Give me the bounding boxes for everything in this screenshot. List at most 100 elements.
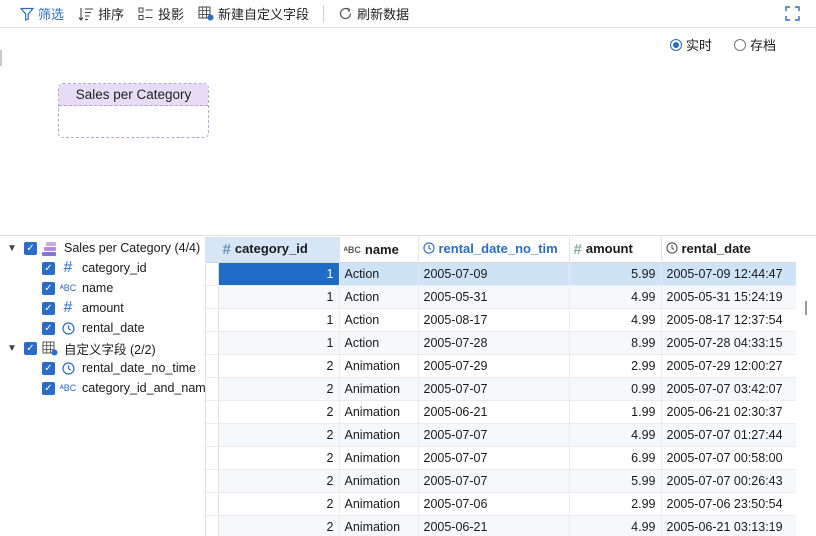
cell-amount[interactable]: 8.99 bbox=[569, 331, 662, 355]
cell-rental-date[interactable]: 2005-07-07 00:58:00 bbox=[661, 446, 796, 470]
column-header-rental-date[interactable]: rental_date bbox=[661, 237, 796, 263]
data-source-card[interactable]: Sales per Category bbox=[58, 83, 209, 138]
cell-rental-date[interactable]: 2005-05-31 15:24:19 bbox=[661, 285, 796, 309]
cell-rental-date-no-time[interactable]: 2005-07-07 bbox=[418, 377, 570, 401]
archive-radio[interactable]: 存档 bbox=[733, 35, 776, 54]
cell-category-id[interactable]: 2 bbox=[218, 492, 340, 516]
cell-category-id[interactable]: 2 bbox=[218, 515, 340, 536]
cell-name[interactable]: Animation bbox=[339, 469, 419, 493]
row-header[interactable] bbox=[206, 515, 219, 536]
cell-rental-date[interactable]: 2005-07-28 04:33:15 bbox=[661, 331, 796, 355]
new-field-button[interactable]: 新建自定义字段 bbox=[198, 0, 309, 28]
cell-name[interactable]: Animation bbox=[339, 377, 419, 401]
cell-rental-date-no-time[interactable]: 2005-07-28 bbox=[418, 331, 570, 355]
chevron-down-icon[interactable]: ▼ bbox=[6, 343, 18, 354]
cell-name[interactable]: Action bbox=[339, 285, 419, 309]
resize-handle[interactable] bbox=[0, 50, 2, 66]
tree-field-category-id-and-name[interactable]: ✓ ᴬBC category_id_and_name bbox=[42, 378, 213, 398]
cell-amount[interactable]: 1.99 bbox=[569, 400, 662, 424]
cell-category-id[interactable]: 2 bbox=[218, 423, 340, 447]
column-header-amount[interactable]: # amount bbox=[569, 237, 662, 263]
checkbox-checked[interactable]: ✓ bbox=[42, 381, 55, 395]
cell-category-id[interactable]: 2 bbox=[218, 446, 340, 470]
column-header-rental-date-no-time[interactable]: rental_date_no_tim bbox=[418, 237, 570, 263]
cell-rental-date[interactable]: 2005-08-17 12:37:54 bbox=[661, 308, 796, 332]
table-row[interactable]: 1 Action 2005-07-28 8.99 2005-07-28 04:33:15 bbox=[206, 331, 796, 355]
tree-field-amount[interactable]: ✓ # amount bbox=[42, 298, 124, 318]
cell-category-id[interactable]: 1 bbox=[218, 331, 340, 355]
checkbox-checked[interactable]: ✓ bbox=[42, 261, 55, 275]
row-header[interactable] bbox=[206, 285, 219, 309]
cell-name[interactable]: Animation bbox=[339, 446, 419, 470]
cell-rental-date[interactable]: 2005-06-21 02:30:37 bbox=[661, 400, 796, 424]
cell-rental-date[interactable]: 2005-07-07 00:26:43 bbox=[661, 469, 796, 493]
cell-rental-date-no-time[interactable]: 2005-07-07 bbox=[418, 423, 570, 447]
row-header[interactable] bbox=[206, 377, 219, 401]
cell-name[interactable]: Action bbox=[339, 308, 419, 332]
filter-button[interactable]: 筛选 bbox=[20, 0, 64, 28]
cell-rental-date-no-time[interactable]: 2005-07-07 bbox=[418, 469, 570, 493]
cell-name[interactable]: Animation bbox=[339, 423, 419, 447]
cell-amount[interactable]: 2.99 bbox=[569, 492, 662, 516]
table-row[interactable]: 2 Animation 2005-06-21 1.99 2005-06-21 02:30… bbox=[206, 400, 796, 424]
cell-category-id[interactable]: 2 bbox=[218, 377, 340, 401]
cell-category-id[interactable]: 2 bbox=[218, 469, 340, 493]
cell-rental-date-no-time[interactable]: 2005-07-09 bbox=[418, 262, 570, 286]
cell-amount[interactable]: 4.99 bbox=[569, 423, 662, 447]
cell-category-id[interactable]: 2 bbox=[218, 400, 340, 424]
table-row[interactable]: 2 Animation 2005-07-29 2.99 2005-07-29 12:00… bbox=[206, 354, 796, 378]
column-header-category-id[interactable]: # category_id bbox=[218, 237, 340, 263]
tree-group-sales[interactable]: ▼ ✓ Sales per Category (4/4) bbox=[6, 238, 200, 258]
row-header[interactable] bbox=[206, 400, 219, 424]
cell-rental-date-no-time[interactable]: 2005-06-21 bbox=[418, 515, 570, 536]
checkbox-checked[interactable]: ✓ bbox=[42, 361, 55, 375]
table-row[interactable]: 2 Animation 2005-07-07 0.99 2005-07-07 03:42… bbox=[206, 377, 796, 401]
cell-amount[interactable]: 6.99 bbox=[569, 446, 662, 470]
cell-name[interactable]: Animation bbox=[339, 400, 419, 424]
cell-amount[interactable]: 5.99 bbox=[569, 469, 662, 493]
fullscreen-button[interactable] bbox=[785, 6, 800, 24]
tree-field-rental-date[interactable]: ✓ rental_date bbox=[42, 318, 145, 338]
tree-field-name[interactable]: ✓ ᴬBC name bbox=[42, 278, 113, 298]
tree-field-category-id[interactable]: ✓ # category_id bbox=[42, 258, 147, 278]
cell-category-id[interactable]: 1 bbox=[218, 262, 340, 286]
cell-rental-date[interactable]: 2005-07-07 01:27:44 bbox=[661, 423, 796, 447]
vertical-scrollbar[interactable] bbox=[796, 237, 816, 536]
table-row[interactable]: 2 Animation 2005-07-07 6.99 2005-07-07 00:58… bbox=[206, 446, 796, 470]
row-header[interactable] bbox=[206, 469, 219, 493]
cell-name[interactable]: Animation bbox=[339, 492, 419, 516]
cell-amount[interactable]: 4.99 bbox=[569, 285, 662, 309]
cell-rental-date[interactable]: 2005-06-21 03:13:19 bbox=[661, 515, 796, 536]
cell-name[interactable]: Animation bbox=[339, 354, 419, 378]
cell-rental-date[interactable]: 2005-07-07 03:42:07 bbox=[661, 377, 796, 401]
cell-amount[interactable]: 4.99 bbox=[569, 515, 662, 536]
cell-rental-date-no-time[interactable]: 2005-07-06 bbox=[418, 492, 570, 516]
cell-rental-date[interactable]: 2005-07-09 12:44:47 bbox=[661, 262, 796, 286]
table-row[interactable]: 2 Animation 2005-07-06 2.99 2005-07-06 23:50… bbox=[206, 492, 796, 516]
table-row[interactable]: 2 Animation 2005-07-07 4.99 2005-07-07 01:27… bbox=[206, 423, 796, 447]
sort-button[interactable]: 排序 bbox=[78, 0, 124, 28]
table-row[interactable]: 1 Action 2005-07-09 5.99 2005-07-09 12:44:47 bbox=[206, 262, 796, 286]
cell-category-id[interactable]: 1 bbox=[218, 308, 340, 332]
checkbox-checked[interactable]: ✓ bbox=[24, 341, 37, 355]
row-header[interactable] bbox=[206, 262, 219, 286]
cell-category-id[interactable]: 1 bbox=[218, 285, 340, 309]
checkbox-checked[interactable]: ✓ bbox=[42, 281, 55, 295]
cell-amount[interactable]: 0.99 bbox=[569, 377, 662, 401]
row-header[interactable] bbox=[206, 423, 219, 447]
checkbox-checked[interactable]: ✓ bbox=[42, 321, 55, 335]
cell-name[interactable]: Action bbox=[339, 331, 419, 355]
tree-group-custom[interactable]: ▼ ✓ 自定义字段 (2/2) bbox=[6, 338, 156, 358]
refresh-button[interactable]: 刷新数据 bbox=[338, 0, 409, 28]
table-row[interactable]: 2 Animation 2005-07-07 5.99 2005-07-07 00:26… bbox=[206, 469, 796, 493]
cell-amount[interactable]: 5.99 bbox=[569, 262, 662, 286]
row-header[interactable] bbox=[206, 331, 219, 355]
cell-rental-date[interactable]: 2005-07-06 23:50:54 bbox=[661, 492, 796, 516]
checkbox-checked[interactable]: ✓ bbox=[42, 301, 55, 315]
project-button[interactable]: 投影 bbox=[138, 0, 184, 28]
cell-rental-date-no-time[interactable]: 2005-07-29 bbox=[418, 354, 570, 378]
cell-name[interactable]: Action bbox=[339, 262, 419, 286]
cell-rental-date-no-time[interactable]: 2005-06-21 bbox=[418, 400, 570, 424]
cell-rental-date-no-time[interactable]: 2005-07-07 bbox=[418, 446, 570, 470]
chevron-down-icon[interactable]: ▼ bbox=[6, 243, 18, 254]
